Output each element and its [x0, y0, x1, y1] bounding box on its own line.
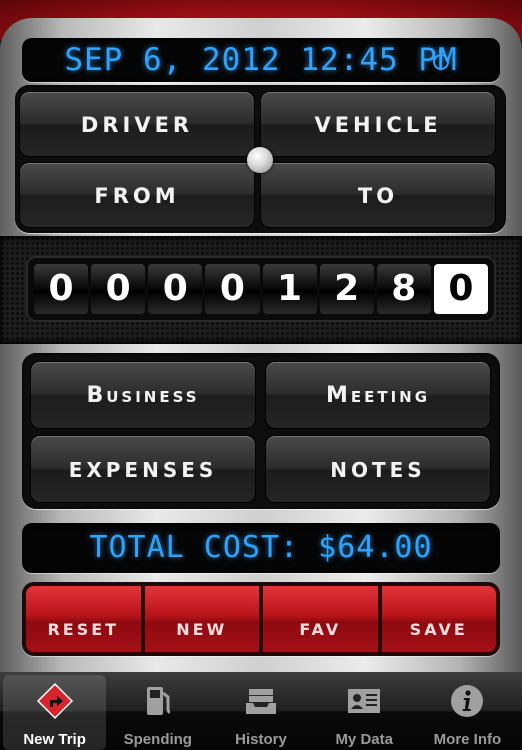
odometer-digit: 0 [34, 264, 89, 314]
date-time-display[interactable]: SEP 6, 2012 12:45 PM [22, 38, 500, 82]
meeting-button[interactable]: Meeting [265, 361, 491, 429]
fuel-pump-icon [146, 687, 170, 715]
fav-button[interactable]: FAV [262, 585, 379, 653]
tab-label: New Trip [23, 731, 86, 748]
to-button[interactable]: TO [260, 162, 496, 228]
total-cost-display: TOTAL COST: $64.00 [22, 523, 500, 573]
tab-bar: New Trip Spending History My Data More I… [0, 672, 522, 750]
center-knob [247, 147, 273, 173]
save-button[interactable]: SAVE [380, 585, 497, 653]
tab-label: History [235, 731, 287, 748]
info-icon [451, 685, 484, 717]
action-bar: RESET NEW FAV SAVE [22, 582, 500, 656]
new-button[interactable]: NEW [143, 585, 260, 653]
odometer-digit-last: 0 [433, 264, 488, 314]
odometer-digit: 0 [205, 264, 260, 314]
tab-spending[interactable]: Spending [106, 675, 209, 750]
trip-detail-grid: Business Meeting EXPENSES NOTES [22, 353, 500, 509]
total-cost-text: TOTAL COST: $64.00 [89, 530, 433, 565]
id-card-icon [348, 689, 381, 713]
inbox-tray-icon [246, 689, 276, 714]
tab-history[interactable]: History [209, 675, 312, 750]
tab-my-data[interactable]: My Data [313, 675, 416, 750]
tab-label: Spending [123, 731, 192, 748]
from-button[interactable]: FROM [19, 162, 255, 228]
odometer-digit: 8 [376, 264, 431, 314]
odometer[interactable]: 0 0 0 0 1 2 8 0 [26, 256, 496, 322]
notes-button[interactable]: NOTES [265, 435, 491, 503]
reset-button[interactable]: RESET [25, 585, 142, 653]
tab-new-trip[interactable]: New Trip [3, 675, 107, 750]
vehicle-button[interactable]: VEHICLE [260, 91, 496, 157]
tab-label: My Data [335, 731, 393, 748]
route-arrow-icon [36, 682, 73, 720]
driver-button[interactable]: DRIVER [19, 91, 255, 157]
date-time-text: SEP 6, 2012 12:45 PM [64, 42, 458, 78]
expenses-button[interactable]: EXPENSES [30, 435, 256, 503]
odometer-digit: 1 [262, 264, 317, 314]
odometer-digit: 2 [319, 264, 374, 314]
odometer-digit: 0 [148, 264, 203, 314]
business-button[interactable]: Business [30, 361, 256, 429]
stopwatch-icon[interactable] [432, 50, 450, 70]
odometer-digit: 0 [91, 264, 146, 314]
tab-label: More Info [433, 731, 502, 748]
tab-more-info[interactable]: More Info [416, 675, 519, 750]
